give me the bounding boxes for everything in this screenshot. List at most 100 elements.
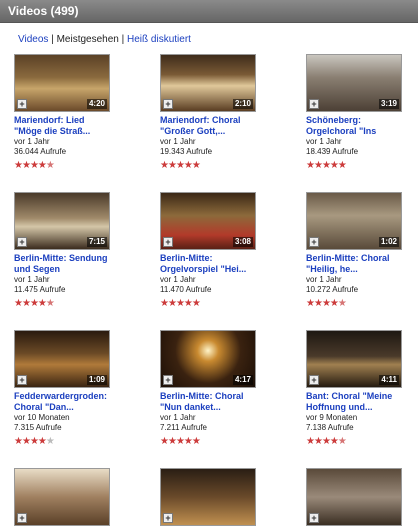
add-to-quicklist-icon[interactable]: + — [17, 513, 27, 523]
video-age: vor 1 Jahr — [160, 413, 196, 422]
video-views: 36.044 Aufrufe — [14, 147, 67, 156]
video-title-link[interactable]: Mariendorf: Choral "Großer Gott,... — [160, 115, 256, 137]
add-to-quicklist-icon[interactable]: + — [309, 237, 319, 247]
video-duration: 1:09 — [86, 375, 107, 385]
video-thumbnail[interactable]: +3:08 — [160, 192, 256, 250]
star-icon: ★ — [329, 160, 339, 171]
star-rating: ★★★★★ — [306, 299, 416, 309]
video-card: +2:10 Mariendorf: Choral "Großer Gott,...… — [160, 54, 270, 171]
sort-link-most-discussed[interactable]: Heiß diskutiert — [127, 34, 191, 45]
video-title-link[interactable]: Berlin-Mitte: Choral "Heilig, he... — [306, 253, 402, 275]
video-card: + — [160, 468, 270, 526]
star-icon: ★ — [45, 298, 55, 309]
star-icon: ★ — [37, 160, 47, 171]
video-views: 11.470 Aufrufe — [160, 285, 212, 294]
star-icon: ★ — [37, 298, 47, 309]
star-icon: ★ — [313, 436, 323, 447]
add-to-quicklist-icon[interactable]: + — [163, 237, 173, 247]
star-icon: ★ — [29, 436, 39, 447]
star-icon: ★ — [337, 298, 347, 309]
video-title-link[interactable]: Berlin-Mitte: Choral "Nun danket... — [160, 391, 256, 413]
star-icon: ★ — [191, 436, 201, 447]
add-to-quicklist-icon[interactable]: + — [163, 375, 173, 385]
video-duration: 4:20 — [86, 99, 107, 109]
video-age: vor 9 Monaten — [306, 413, 358, 422]
video-title-link[interactable]: Mariendorf: Lied "Möge die Straß... — [14, 115, 110, 137]
video-title-link[interactable]: Schöneberg: Orgelchoral "Ins — [306, 115, 402, 137]
video-thumbnail[interactable]: +1:02 — [306, 192, 402, 250]
video-duration: 2:10 — [232, 99, 253, 109]
video-duration: 3:08 — [232, 237, 253, 247]
star-icon: ★ — [175, 160, 185, 171]
star-icon: ★ — [306, 298, 315, 309]
video-views: 19.343 Aufrufe — [160, 147, 213, 156]
star-icon: ★ — [21, 298, 31, 309]
star-icon: ★ — [329, 298, 339, 309]
star-icon: ★ — [167, 160, 177, 171]
video-thumbnail[interactable]: + — [160, 468, 256, 526]
video-duration: 4:17 — [232, 375, 253, 385]
add-to-quicklist-icon[interactable]: + — [309, 99, 319, 109]
star-rating: ★★★★★ — [160, 299, 270, 309]
video-views: 18.439 Aufrufe — [306, 147, 359, 156]
star-icon: ★ — [14, 436, 23, 447]
add-to-quicklist-icon[interactable]: + — [163, 513, 173, 523]
video-thumbnail[interactable]: +1:09 — [14, 330, 110, 388]
star-rating: ★★★★★ — [160, 437, 270, 447]
video-thumbnail[interactable]: +4:17 — [160, 330, 256, 388]
video-thumbnail[interactable]: +2:10 — [160, 54, 256, 112]
star-icon: ★ — [175, 436, 185, 447]
star-rating: ★★★★★ — [306, 437, 416, 447]
video-thumbnail[interactable]: + — [306, 468, 402, 526]
add-to-quicklist-icon[interactable]: + — [17, 99, 27, 109]
video-thumbnail[interactable]: +4:11 — [306, 330, 402, 388]
add-to-quicklist-icon[interactable]: + — [17, 375, 27, 385]
star-icon: ★ — [306, 160, 315, 171]
sort-link-videos[interactable]: Videos — [18, 34, 48, 45]
video-card: +1:09 Fedderwardergroden: Choral "Dan... v… — [14, 330, 124, 447]
star-icon: ★ — [167, 436, 177, 447]
star-icon: ★ — [329, 436, 339, 447]
video-age: vor 1 Jahr — [306, 137, 342, 146]
video-title-link[interactable]: Bant: Choral "Meine Hoffnung und... — [306, 391, 402, 413]
video-thumbnail[interactable]: + — [14, 468, 110, 526]
video-views: 7.315 Aufrufe — [14, 423, 62, 432]
video-age: vor 1 Jahr — [160, 137, 196, 146]
section-header: Videos (499) — [0, 0, 418, 23]
add-to-quicklist-icon[interactable]: + — [309, 513, 319, 523]
add-to-quicklist-icon[interactable]: + — [17, 237, 27, 247]
star-rating: ★★★★★ — [306, 161, 416, 171]
star-icon: ★ — [29, 298, 39, 309]
star-icon: ★ — [29, 160, 39, 171]
star-icon: ★ — [313, 160, 323, 171]
star-icon: ★ — [183, 160, 193, 171]
thumbnail-image — [161, 469, 255, 525]
star-icon: ★ — [321, 436, 331, 447]
video-card: + — [306, 468, 416, 526]
video-age: vor 1 Jahr — [14, 275, 50, 284]
video-views: 7.211 Aufrufe — [160, 423, 207, 432]
video-card: +4:20 Mariendorf: Lied "Möge die Straß...… — [14, 54, 124, 171]
nav-separator: | — [121, 34, 125, 45]
video-views: 10.272 Aufrufe — [306, 285, 359, 294]
video-thumbnail[interactable]: +3:19 — [306, 54, 402, 112]
star-icon: ★ — [160, 298, 169, 309]
star-icon: ★ — [21, 436, 31, 447]
add-to-quicklist-icon[interactable]: + — [163, 99, 173, 109]
video-views: 7.138 Aufrufe — [306, 423, 354, 432]
video-duration: 7:15 — [86, 237, 107, 247]
video-card: + — [14, 468, 124, 526]
add-to-quicklist-icon[interactable]: + — [309, 375, 319, 385]
star-icon: ★ — [14, 160, 23, 171]
video-title-link[interactable]: Berlin-Mitte: Sendung und Segen — [14, 253, 110, 275]
star-icon: ★ — [321, 160, 331, 171]
star-rating: ★★★★★ — [160, 161, 270, 171]
video-thumbnail[interactable]: +4:20 — [14, 54, 110, 112]
sort-current-most-viewed: Meistgesehen — [56, 34, 119, 45]
star-icon: ★ — [160, 160, 169, 171]
star-rating: ★★★★★ — [14, 161, 124, 171]
video-thumbnail[interactable]: +7:15 — [14, 192, 110, 250]
video-title-link[interactable]: Berlin-Mitte: Orgelvorspiel "Hei... — [160, 253, 256, 275]
star-icon: ★ — [21, 160, 31, 171]
video-title-link[interactable]: Fedderwardergroden: Choral "Dan... — [14, 391, 110, 413]
